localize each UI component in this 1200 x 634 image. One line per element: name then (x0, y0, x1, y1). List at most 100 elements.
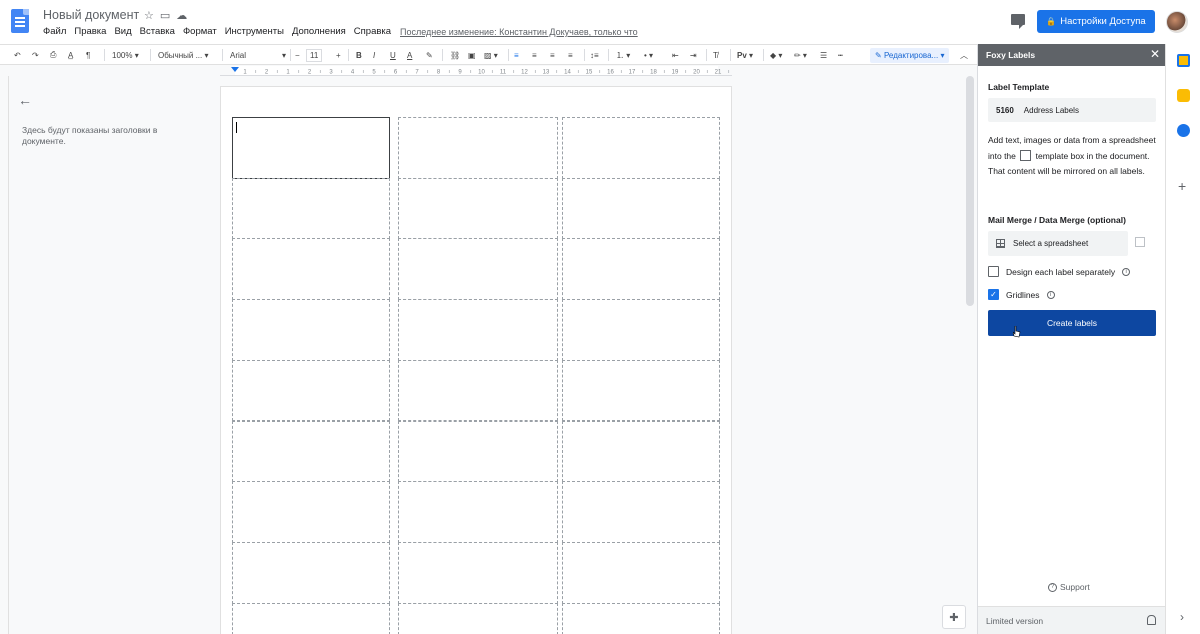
clear-formatting-icon[interactable]: T̸ (713, 48, 718, 62)
label-cell[interactable] (562, 481, 720, 543)
align-right-icon[interactable]: ≡ (550, 48, 555, 62)
label-cell[interactable] (562, 177, 720, 240)
font-size-input[interactable]: 11 (306, 48, 323, 62)
increase-indent-icon[interactable]: ⇥ (690, 48, 697, 62)
menu-edit[interactable]: Правка (74, 26, 106, 37)
gridlines-row[interactable]: ✓ Gridlines i (988, 289, 1055, 300)
label-cell[interactable] (232, 541, 390, 604)
bold-icon[interactable]: B (356, 48, 362, 62)
zoom-select[interactable]: 100% ▾ (112, 48, 139, 62)
menu-tools[interactable]: Инструменты (225, 26, 284, 37)
label-cell[interactable] (398, 359, 558, 422)
align-justify-icon[interactable]: ≡ (568, 48, 573, 62)
paint-format-icon[interactable]: ¶ (86, 48, 90, 62)
gridlines-checkbox[interactable]: ✓ (988, 289, 999, 300)
collapse-toolbar-icon[interactable]: ︿ (960, 48, 968, 62)
font-size-increase[interactable]: + (336, 48, 341, 62)
label-cell[interactable] (232, 481, 390, 543)
menu-file[interactable]: Файл (43, 26, 66, 37)
spellcheck-icon[interactable]: A̲ (68, 48, 73, 62)
tasks-icon[interactable] (1177, 124, 1190, 137)
bell-icon[interactable] (1147, 615, 1156, 625)
last-edit-link[interactable]: Последнее изменение: Константин Докучаев… (400, 27, 638, 37)
align-left-icon[interactable]: ≡ (514, 48, 519, 62)
underline-icon[interactable]: U (390, 48, 396, 62)
label-cell[interactable] (232, 238, 390, 301)
label-cell[interactable] (562, 238, 720, 301)
info-icon[interactable]: i (1046, 290, 1055, 299)
support-link[interactable]: ? Support (1048, 582, 1090, 592)
horizontal-ruler[interactable]: 1 2 1 2 3 4 5 6 7 8 9 10 11 12 13 14 15 16 17 18 19 20 21 (220, 66, 732, 76)
label-cell[interactable] (398, 602, 558, 634)
chevron-right-icon[interactable]: › (1180, 610, 1184, 624)
add-comment-icon[interactable]: ▣ (468, 48, 476, 62)
label-cell[interactable] (398, 299, 558, 361)
design-separately-checkbox[interactable] (988, 266, 999, 277)
link-icon[interactable]: ⛓ (450, 48, 460, 62)
font-select[interactable]: Arial ▾ (230, 48, 286, 62)
menu-format[interactable]: Формат (183, 26, 217, 37)
label-cell[interactable] (232, 299, 390, 361)
explore-button[interactable]: ✚ (942, 605, 966, 629)
border-width-icon[interactable]: ☰ (820, 48, 827, 62)
label-cell[interactable] (562, 420, 720, 483)
star-icon[interactable]: ☆ (144, 9, 154, 22)
document-title[interactable]: Новый документ (43, 8, 139, 22)
label-cell[interactable] (398, 420, 558, 483)
menu-insert[interactable]: Вставка (140, 26, 175, 37)
label-cell[interactable] (398, 177, 558, 240)
label-cell[interactable] (232, 359, 390, 422)
border-dash-icon[interactable]: ┅ (838, 48, 843, 62)
design-separately-row[interactable]: Design each label separately i (988, 266, 1131, 277)
label-cell[interactable] (398, 541, 558, 604)
back-arrow-icon[interactable]: ← (18, 92, 32, 108)
menu-help[interactable]: Справка (354, 26, 391, 37)
label-cell[interactable] (232, 117, 390, 179)
cloud-icon[interactable]: ☁ (176, 9, 187, 22)
label-cell[interactable] (232, 602, 390, 634)
undo-icon[interactable]: ↶ (14, 48, 21, 62)
move-folder-icon[interactable]: ▭ (160, 9, 170, 22)
decrease-indent-icon[interactable]: ⇤ (672, 48, 679, 62)
label-cell[interactable] (562, 299, 720, 361)
line-spacing-icon[interactable]: ↕≡ (590, 48, 599, 62)
document-scrollbar[interactable] (966, 76, 974, 306)
document-page[interactable] (220, 86, 732, 634)
font-size-decrease[interactable]: − (295, 48, 300, 62)
info-icon[interactable]: i (1122, 267, 1131, 276)
italic-icon[interactable]: I (373, 48, 375, 62)
style-select[interactable]: Обычный ... ▾ (158, 48, 209, 62)
label-cell[interactable] (232, 177, 390, 240)
print-icon[interactable]: ⎙ (50, 48, 56, 62)
menu-view[interactable]: Вид (114, 26, 131, 37)
avatar[interactable] (1166, 11, 1188, 33)
docs-logo-icon[interactable] (11, 9, 29, 33)
editing-mode-select[interactable]: ✎ Редактирова... ▾ (870, 48, 950, 63)
text-color-icon[interactable]: A (407, 48, 412, 62)
numbered-list-icon[interactable]: ⒈ ▾ (616, 48, 630, 62)
vertical-ruler[interactable] (0, 76, 9, 634)
open-external-icon[interactable] (1135, 237, 1145, 247)
menu-addons[interactable]: Дополнения (292, 26, 346, 37)
label-cell[interactable] (562, 117, 720, 179)
share-button[interactable]: 🔒 Настройки Доступа (1037, 10, 1155, 33)
indent-marker-icon[interactable] (231, 67, 239, 72)
calendar-icon[interactable] (1177, 54, 1190, 67)
pv-addon-icon[interactable]: Pv ▾ (737, 48, 753, 62)
comments-icon[interactable] (1011, 14, 1025, 29)
label-cell[interactable] (232, 420, 390, 483)
redo-icon[interactable]: ↷ (32, 48, 39, 62)
bulleted-list-icon[interactable]: • ▾ (644, 48, 653, 62)
select-spreadsheet-button[interactable]: Select a spreadsheet (988, 231, 1128, 256)
label-cell[interactable] (562, 359, 720, 422)
add-addon-icon[interactable]: + (1178, 178, 1186, 194)
keep-icon[interactable] (1177, 89, 1190, 102)
border-color-icon[interactable]: ✏ ▾ (794, 48, 807, 62)
align-center-icon[interactable]: ≡ (532, 48, 537, 62)
label-template-select[interactable]: 5160 Address Labels (988, 98, 1156, 122)
label-cell[interactable] (398, 238, 558, 301)
cell-fill-icon[interactable]: ◆ ▾ (770, 48, 782, 62)
insert-image-icon[interactable]: ▨ ▾ (484, 48, 498, 62)
highlight-icon[interactable]: ✎ (426, 48, 433, 62)
label-cell[interactable] (398, 117, 558, 179)
